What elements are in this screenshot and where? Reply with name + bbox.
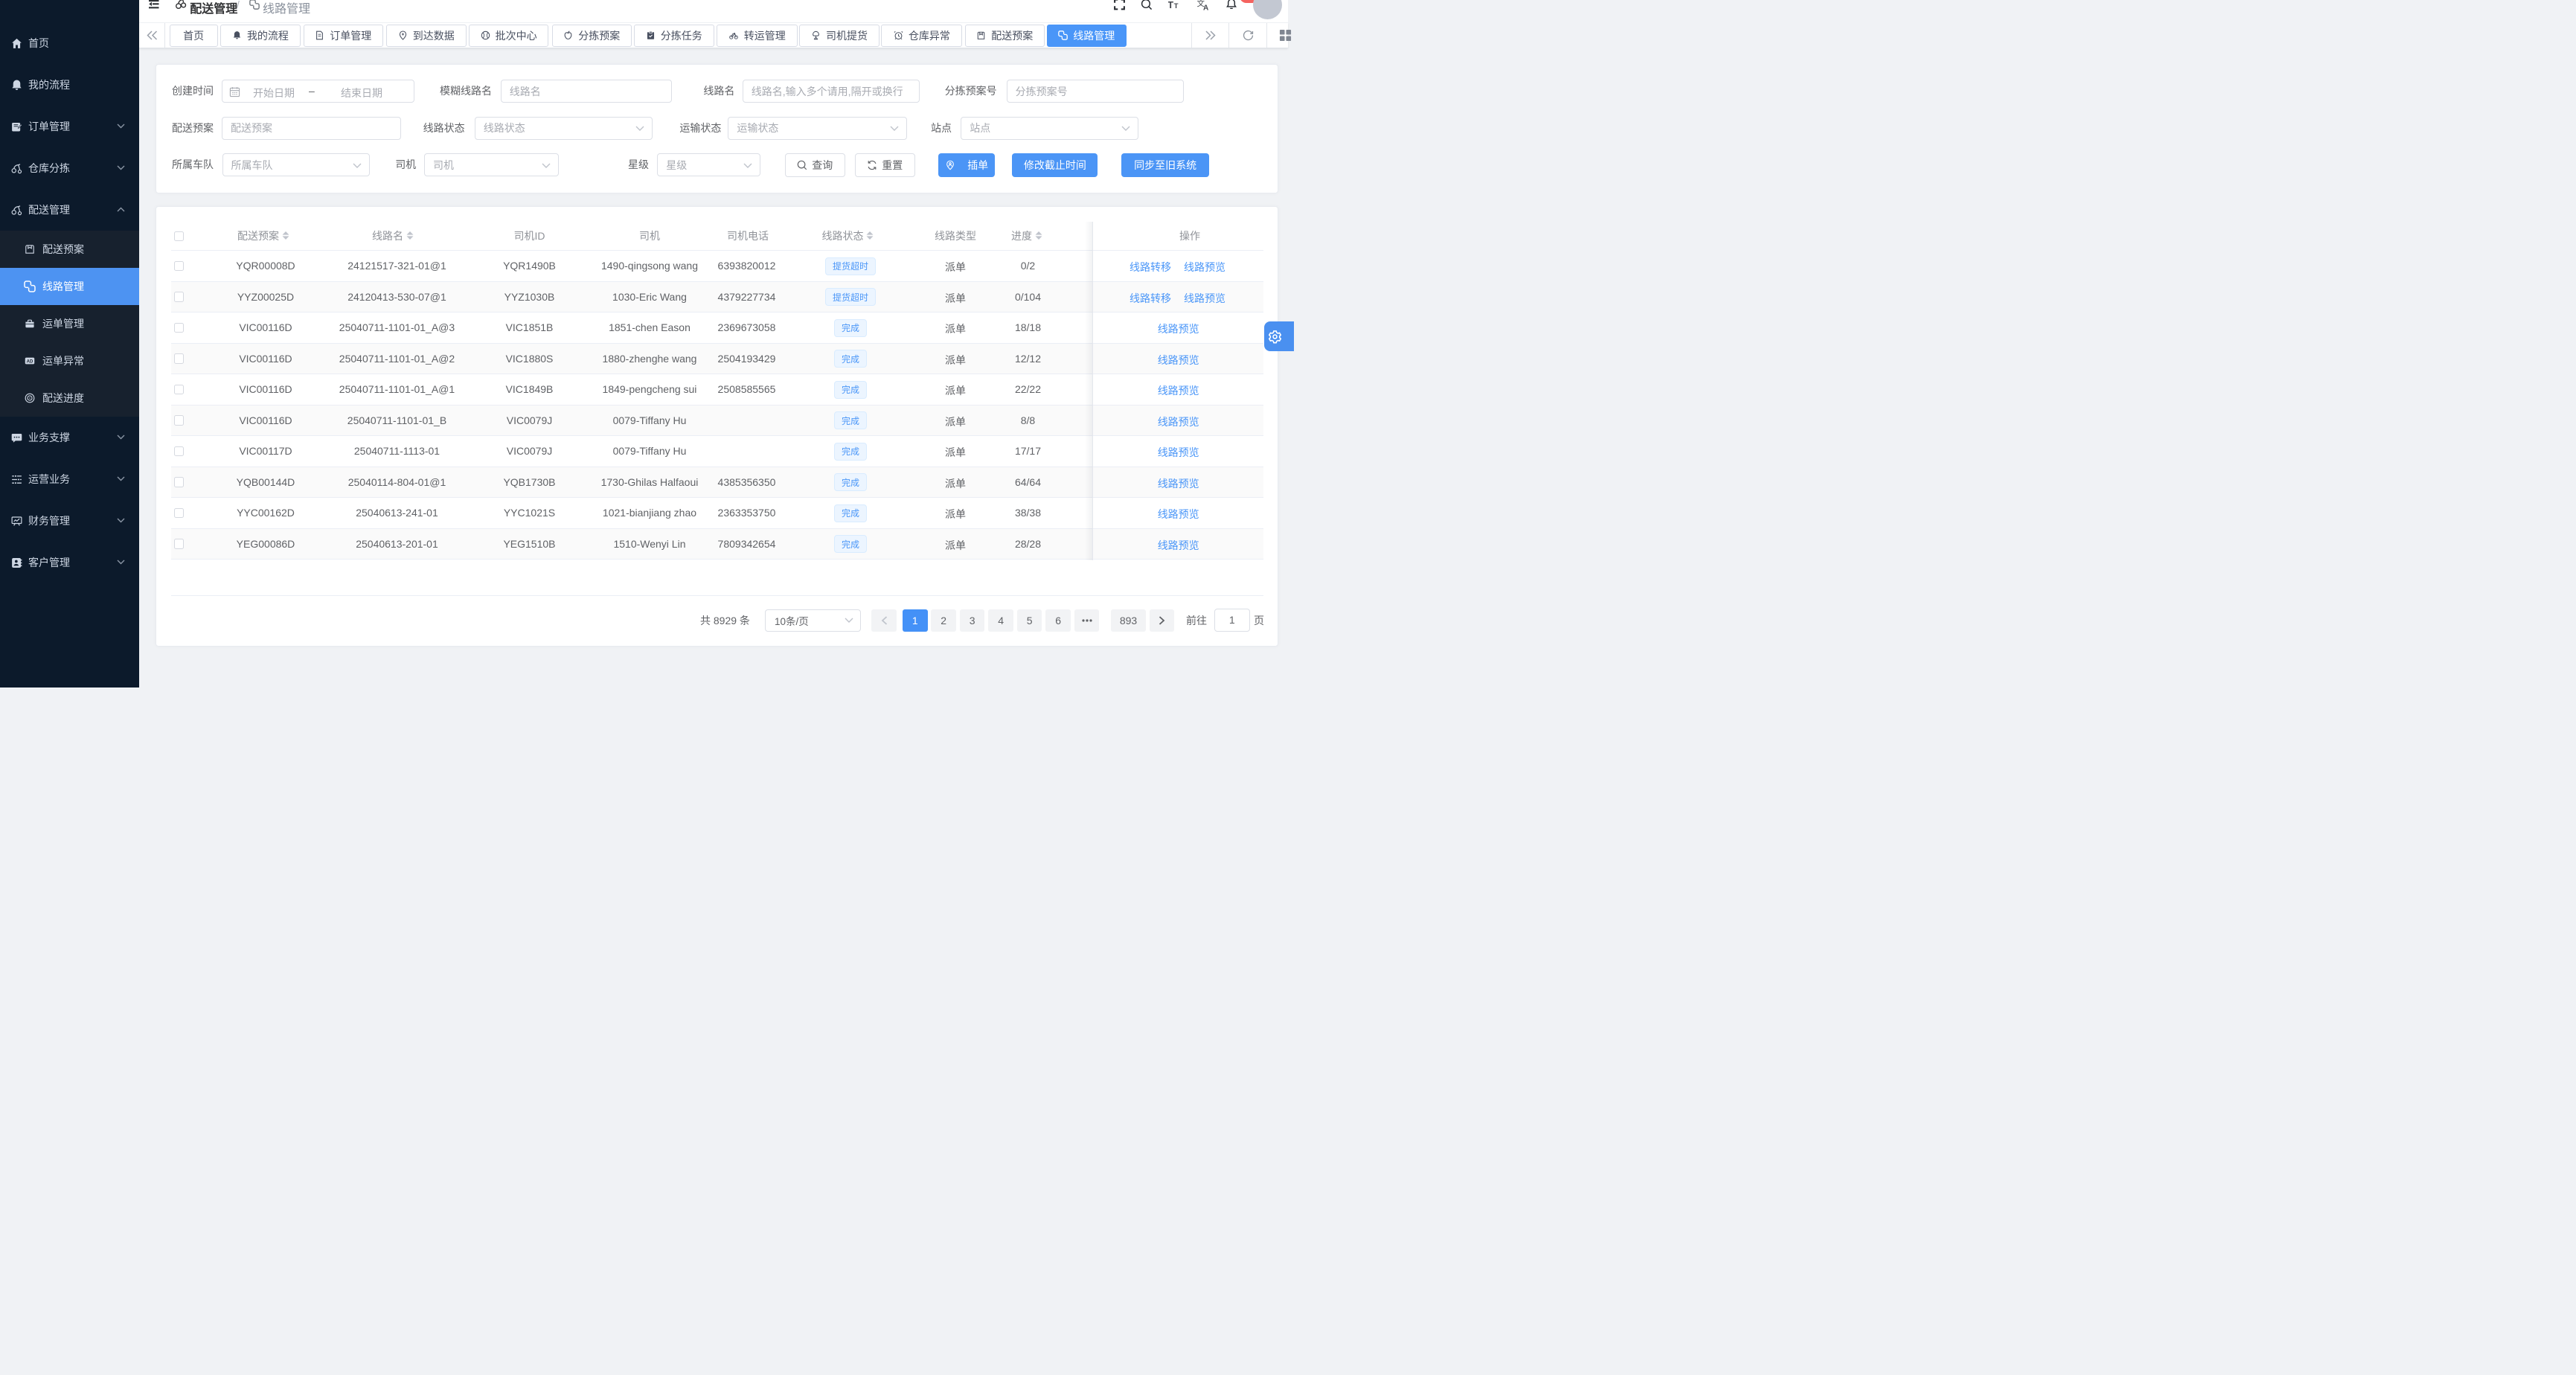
svg-text:AD: AD	[27, 359, 33, 364]
svg-text:T: T	[1174, 1, 1179, 10]
svg-text:T: T	[1168, 0, 1173, 10]
svg-text:A: A	[1203, 4, 1208, 10]
